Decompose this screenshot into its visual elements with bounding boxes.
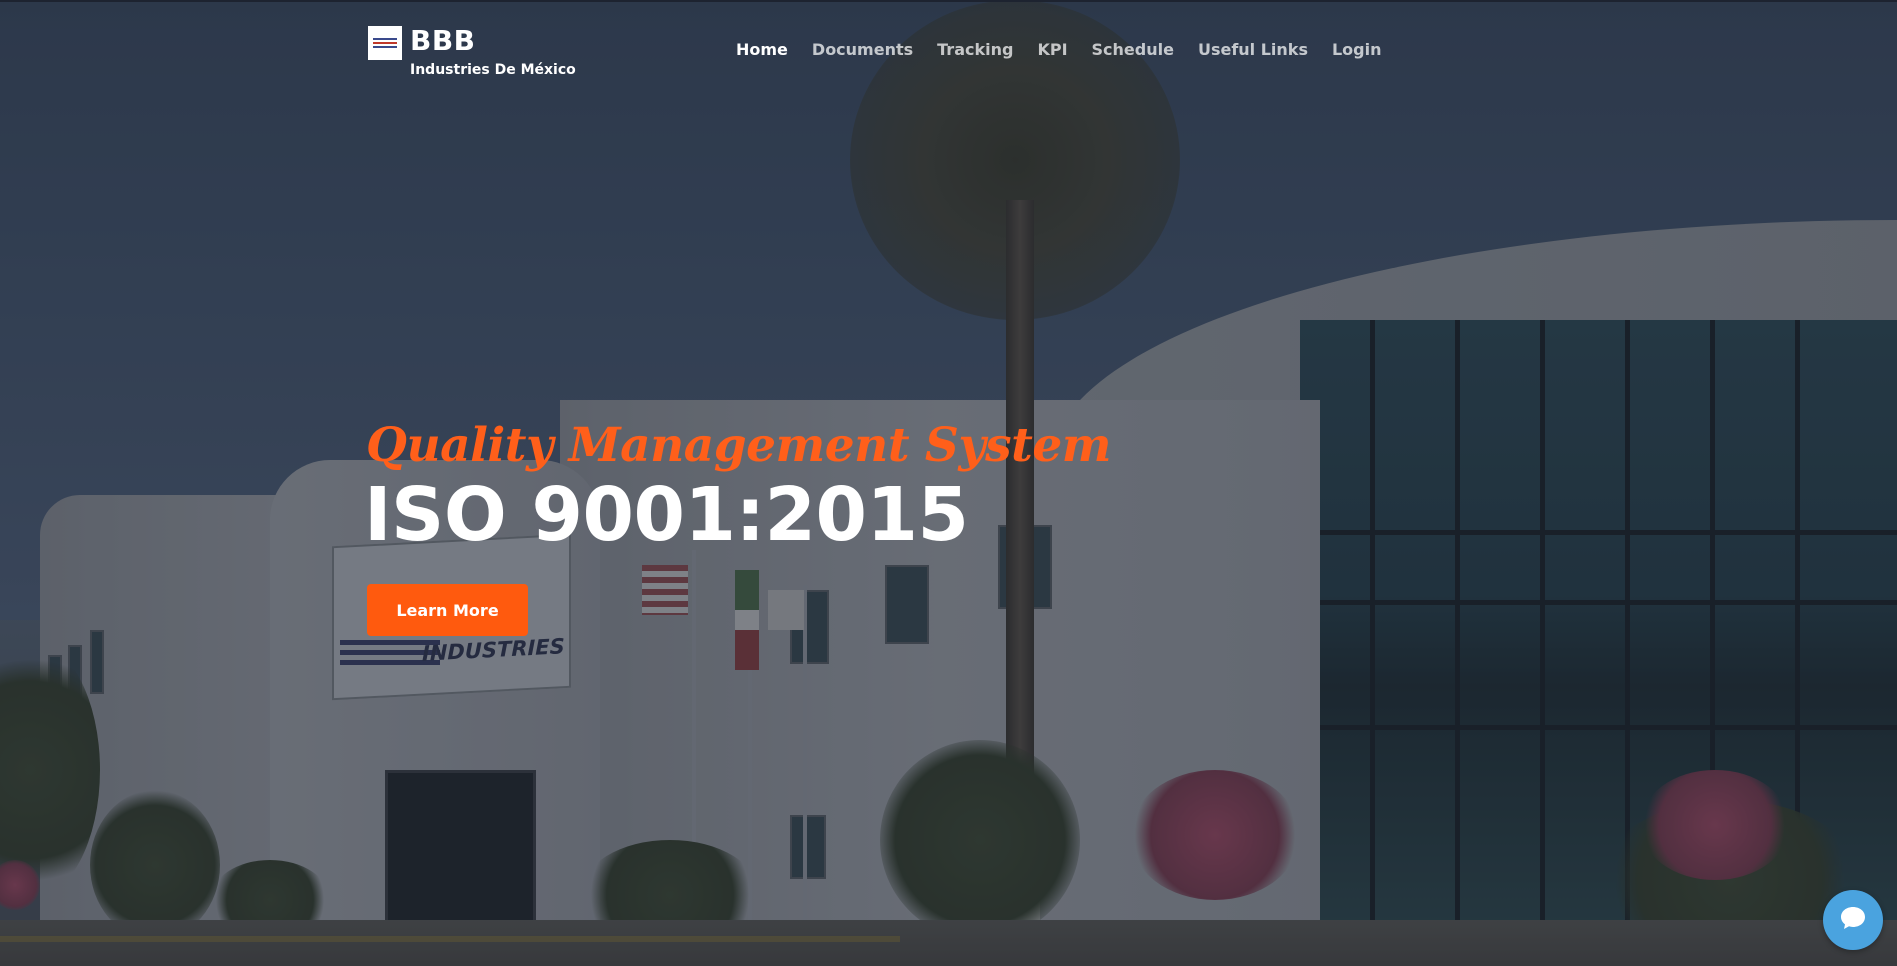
- nav-item-tracking[interactable]: Tracking: [937, 40, 1013, 59]
- chat-widget-button[interactable]: [1823, 890, 1883, 950]
- main-nav: Home Documents Tracking KPI Schedule Use…: [736, 40, 1405, 59]
- header-top-border: [0, 0, 1897, 2]
- nav-item-home[interactable]: Home: [736, 40, 788, 59]
- learn-more-button[interactable]: Learn More: [367, 584, 528, 636]
- hero-subtitle: Quality Management System: [366, 418, 1111, 473]
- nav-item-schedule[interactable]: Schedule: [1092, 40, 1174, 59]
- brand-subtitle: Industries De México: [410, 62, 576, 78]
- hero-title: ISO 9001:2015: [364, 472, 969, 558]
- nav-item-useful-links[interactable]: Useful Links: [1198, 40, 1308, 59]
- brand-link[interactable]: BBB Industries De México: [368, 26, 576, 78]
- chat-bubble-icon: [1838, 903, 1868, 937]
- site-header: BBB Industries De México Home Documents …: [0, 0, 1897, 100]
- hero-section: INDUSTRIES BBB Industries De México Home…: [0, 0, 1897, 966]
- bbb-logo-icon: [368, 26, 402, 60]
- nav-item-documents[interactable]: Documents: [812, 40, 913, 59]
- nav-item-login[interactable]: Login: [1332, 40, 1382, 59]
- brand-title: BBB: [410, 24, 476, 57]
- nav-item-kpi[interactable]: KPI: [1037, 40, 1067, 59]
